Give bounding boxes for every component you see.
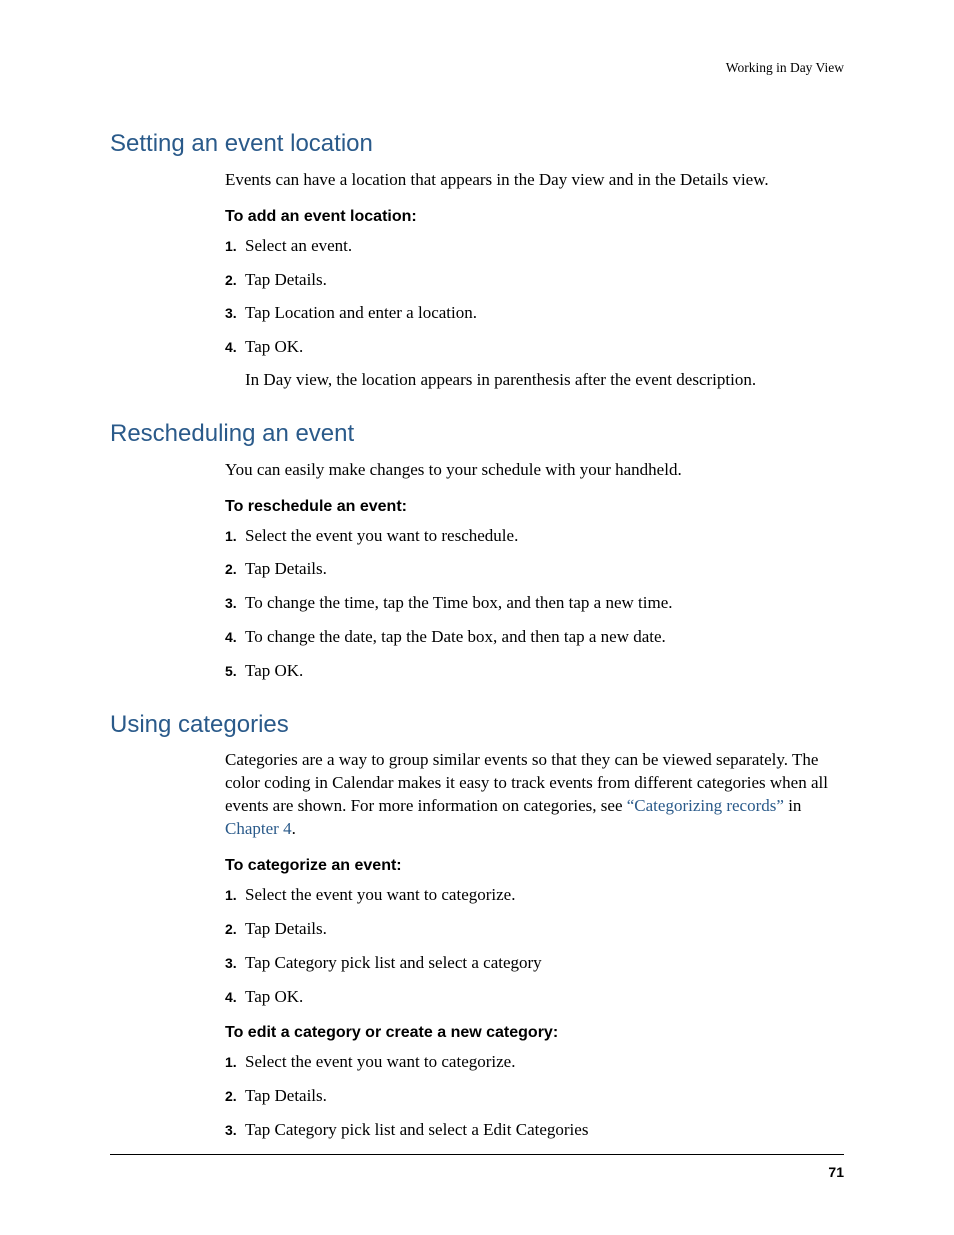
step-list: 1.Select an event. 2.Tap Details. 3.Tap …	[225, 234, 844, 359]
step-number: 1.	[225, 1053, 245, 1073]
step-item: 1.Select the event you want to categoriz…	[225, 1050, 844, 1074]
step-item: 4.To change the date, tap the Date box, …	[225, 625, 844, 649]
procedure-subhead: To reschedule an event:	[225, 498, 844, 516]
xref-chapter-4[interactable]: Chapter 4	[225, 819, 292, 838]
step-item: 1.Select the event you want to categoriz…	[225, 883, 844, 907]
step-text: Tap Category pick list and select a Edit…	[245, 1118, 844, 1142]
step-item: 2.Tap Details.	[225, 917, 844, 941]
step-number: 1.	[225, 527, 245, 547]
step-item: 2.Tap Details.	[225, 557, 844, 581]
step-item: 3.Tap Location and enter a location.	[225, 301, 844, 325]
step-text: Select the event you want to categorize.	[245, 1050, 844, 1074]
page-number: 71	[828, 1164, 844, 1180]
step-note: In Day view, the location appears in par…	[245, 369, 844, 392]
step-number: 1.	[225, 237, 245, 257]
xref-categorizing-records[interactable]: “Categorizing records”	[627, 796, 784, 815]
intro-paragraph: Categories are a way to group similar ev…	[225, 749, 844, 841]
page-content: Setting an event location Events can hav…	[110, 130, 844, 1142]
step-text: To change the date, tap the Date box, an…	[245, 625, 844, 649]
step-text: Tap Category pick list and select a cate…	[245, 951, 844, 975]
section-body: Categories are a way to group similar ev…	[225, 749, 844, 1141]
step-number: 3.	[225, 1121, 245, 1141]
step-item: 2.Tap Details.	[225, 268, 844, 292]
step-text: Tap Details.	[245, 1084, 844, 1108]
step-text: Tap Details.	[245, 268, 844, 292]
step-number: 5.	[225, 662, 245, 682]
step-item: 3.Tap Category pick list and select a ca…	[225, 951, 844, 975]
section-heading-using-categories: Using categories	[110, 711, 844, 740]
step-text: Tap OK.	[245, 985, 844, 1009]
page: Working in Day View Setting an event loc…	[0, 0, 954, 1235]
footer-rule	[110, 1154, 844, 1155]
step-number: 2.	[225, 920, 245, 940]
step-item: 5.Tap OK.	[225, 659, 844, 683]
step-item: 4.Tap OK.	[225, 985, 844, 1009]
step-number: 2.	[225, 1087, 245, 1107]
section-body: You can easily make changes to your sche…	[225, 459, 844, 683]
step-item: 1.Select an event.	[225, 234, 844, 258]
step-text: Tap Location and enter a location.	[245, 301, 844, 325]
procedure-subhead: To categorize an event:	[225, 857, 844, 875]
step-list: 1.Select the event you want to categoriz…	[225, 1050, 844, 1141]
step-text: Tap OK.	[245, 335, 844, 359]
step-text: Select the event you want to categorize.	[245, 883, 844, 907]
step-number: 3.	[225, 954, 245, 974]
step-item: 1.Select the event you want to reschedul…	[225, 524, 844, 548]
step-text: Tap OK.	[245, 659, 844, 683]
step-list: 1.Select the event you want to reschedul…	[225, 524, 844, 683]
procedure-subhead: To add an event location:	[225, 208, 844, 226]
step-item: 2.Tap Details.	[225, 1084, 844, 1108]
step-item: 4.Tap OK.	[225, 335, 844, 359]
step-item: 3.Tap Category pick list and select a Ed…	[225, 1118, 844, 1142]
step-text: To change the time, tap the Time box, an…	[245, 591, 844, 615]
intro-paragraph: Events can have a location that appears …	[225, 169, 844, 192]
section-heading-rescheduling: Rescheduling an event	[110, 420, 844, 449]
step-number: 1.	[225, 886, 245, 906]
step-text: Select the event you want to reschedule.	[245, 524, 844, 548]
intro-paragraph: You can easily make changes to your sche…	[225, 459, 844, 482]
step-number: 3.	[225, 594, 245, 614]
intro-text-mid: in	[784, 796, 801, 815]
step-text: Tap Details.	[245, 557, 844, 581]
intro-text-post: .	[292, 819, 296, 838]
step-number: 4.	[225, 628, 245, 648]
section-heading-setting-location: Setting an event location	[110, 130, 844, 159]
step-list: 1.Select the event you want to categoriz…	[225, 883, 844, 1008]
step-number: 2.	[225, 560, 245, 580]
step-text: Tap Details.	[245, 917, 844, 941]
step-number: 4.	[225, 338, 245, 358]
step-text: Select an event.	[245, 234, 844, 258]
running-header: Working in Day View	[726, 60, 844, 76]
step-number: 2.	[225, 271, 245, 291]
procedure-subhead: To edit a category or create a new categ…	[225, 1024, 844, 1042]
section-body: Events can have a location that appears …	[225, 169, 844, 392]
step-number: 3.	[225, 304, 245, 324]
step-number: 4.	[225, 988, 245, 1008]
step-item: 3.To change the time, tap the Time box, …	[225, 591, 844, 615]
